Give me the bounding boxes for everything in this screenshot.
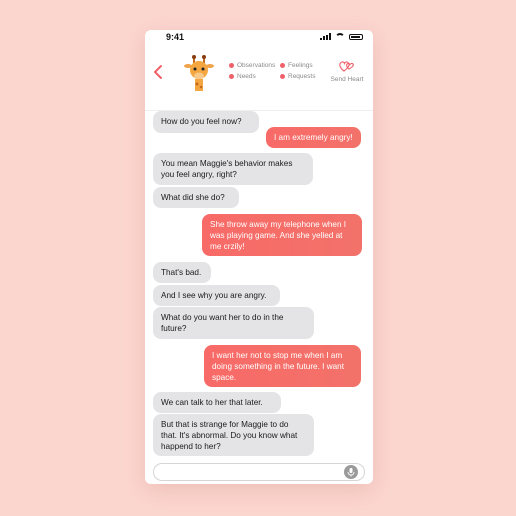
hearts-icon <box>339 61 354 72</box>
legend-requests: Requests <box>280 73 315 80</box>
status-time: 9:41 <box>166 32 185 42</box>
legend-observations: Observations <box>229 62 275 69</box>
message-bubble: I want her not to stop me when I am doin… <box>204 345 361 387</box>
chat-header: Observations Feelings Needs Requests Sen… <box>145 44 373 111</box>
needs-dot-icon <box>229 74 234 79</box>
message-input[interactable] <box>153 463 365 481</box>
message-bubble: What did she do? <box>153 187 239 208</box>
phone-screen: 9:41 Observations Feelings Needs Request… <box>145 30 373 484</box>
back-chevron-icon[interactable] <box>151 64 167 80</box>
feelings-dot-icon <box>280 63 285 68</box>
status-icons <box>320 33 363 40</box>
message-bubble: I am extremely angry! <box>266 127 361 148</box>
message-bubble: What do you want her to do in the future… <box>153 307 314 339</box>
message-bubble: You mean Maggie's behavior makes you fee… <box>153 153 313 185</box>
battery-icon <box>349 33 363 40</box>
message-bubble: But that is strange for Maggie to do tha… <box>153 414 314 456</box>
legend-needs: Needs <box>229 73 256 80</box>
message-bubble: She throw away my telephone when I was p… <box>202 214 362 256</box>
mic-icon <box>344 465 358 479</box>
message-bubble: And I see why you are angry. <box>153 285 280 306</box>
mic-button[interactable] <box>344 465 358 479</box>
giraffe-avatar <box>181 55 217 92</box>
message-bubble: How do you feel now? <box>153 111 259 133</box>
legend-feelings: Feelings <box>280 62 313 69</box>
send-heart-button[interactable]: Send Heart <box>325 58 369 83</box>
message-bubble: That's bad. <box>153 262 211 283</box>
status-bar: 9:41 <box>145 30 373 44</box>
signal-icon <box>320 33 331 40</box>
observations-dot-icon <box>229 63 234 68</box>
message-bubble: We can talk to her that later. <box>153 392 281 413</box>
wifi-icon <box>335 33 345 40</box>
requests-dot-icon <box>280 74 285 79</box>
send-heart-label: Send Heart <box>330 76 364 83</box>
chat-thread: How do you feel now? I am extremely angr… <box>145 111 373 457</box>
